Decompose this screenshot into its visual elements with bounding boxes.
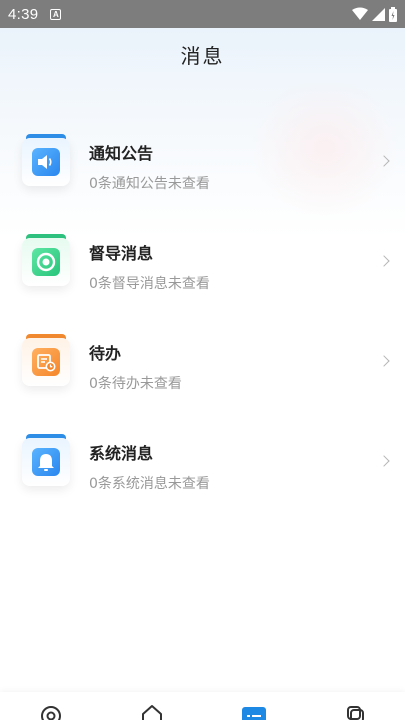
profile-icon — [347, 706, 364, 720]
item-title: 通知公告 — [89, 144, 154, 163]
list-item-todo[interactable]: 待办 0条待办未查看 — [0, 310, 405, 410]
item-subtitle: 0条待办未查看 — [89, 376, 182, 392]
system-tile — [22, 434, 70, 486]
supervision-tile — [22, 234, 70, 286]
target-icon — [32, 248, 60, 276]
chevron-right-icon — [378, 355, 390, 367]
list-item-system[interactable]: 系统消息 0条系统消息未查看 — [0, 410, 405, 510]
bottom-tab-bar — [0, 692, 405, 720]
item-title: 督导消息 — [89, 244, 154, 263]
tab-home[interactable] — [139, 704, 165, 720]
chevron-right-icon — [378, 255, 390, 267]
bell-icon — [32, 448, 60, 476]
target-tab-icon — [41, 706, 61, 720]
list-item-notices[interactable]: 通知公告 0条通知公告未查看 — [0, 110, 405, 210]
wifi-icon — [352, 7, 368, 20]
item-subtitle: 0条系统消息未查看 — [89, 476, 210, 492]
status-time: 4:39 — [8, 5, 39, 23]
page-title: 消息 — [180, 44, 225, 68]
todo-tile — [22, 334, 70, 386]
list-item-supervision[interactable]: 督导消息 0条督导消息未查看 — [0, 210, 405, 310]
item-title: 系统消息 — [89, 444, 154, 463]
speaker-icon — [32, 148, 60, 176]
item-subtitle: 0条督导消息未查看 — [89, 276, 210, 292]
messages-icon — [242, 707, 266, 720]
chevron-right-icon — [378, 455, 390, 467]
tab-messages[interactable] — [241, 704, 267, 720]
tab-target[interactable] — [38, 704, 64, 720]
item-title: 待办 — [89, 344, 122, 363]
home-icon — [142, 705, 162, 720]
signal-icon — [372, 7, 385, 21]
todo-clock-icon — [32, 348, 60, 376]
status-indicators — [352, 6, 397, 22]
notice-tile — [22, 134, 70, 186]
chevron-right-icon — [378, 155, 390, 167]
tab-profile[interactable] — [342, 704, 368, 720]
notification-a-icon: A — [50, 8, 62, 20]
status-bar: 4:39 A — [0, 0, 405, 28]
battery-icon — [389, 6, 397, 22]
item-subtitle: 0条通知公告未查看 — [89, 176, 210, 192]
message-category-list: 通知公告 0条通知公告未查看 督导消息 0条督导消息未查看 待办 0条待办未查看… — [0, 110, 405, 510]
